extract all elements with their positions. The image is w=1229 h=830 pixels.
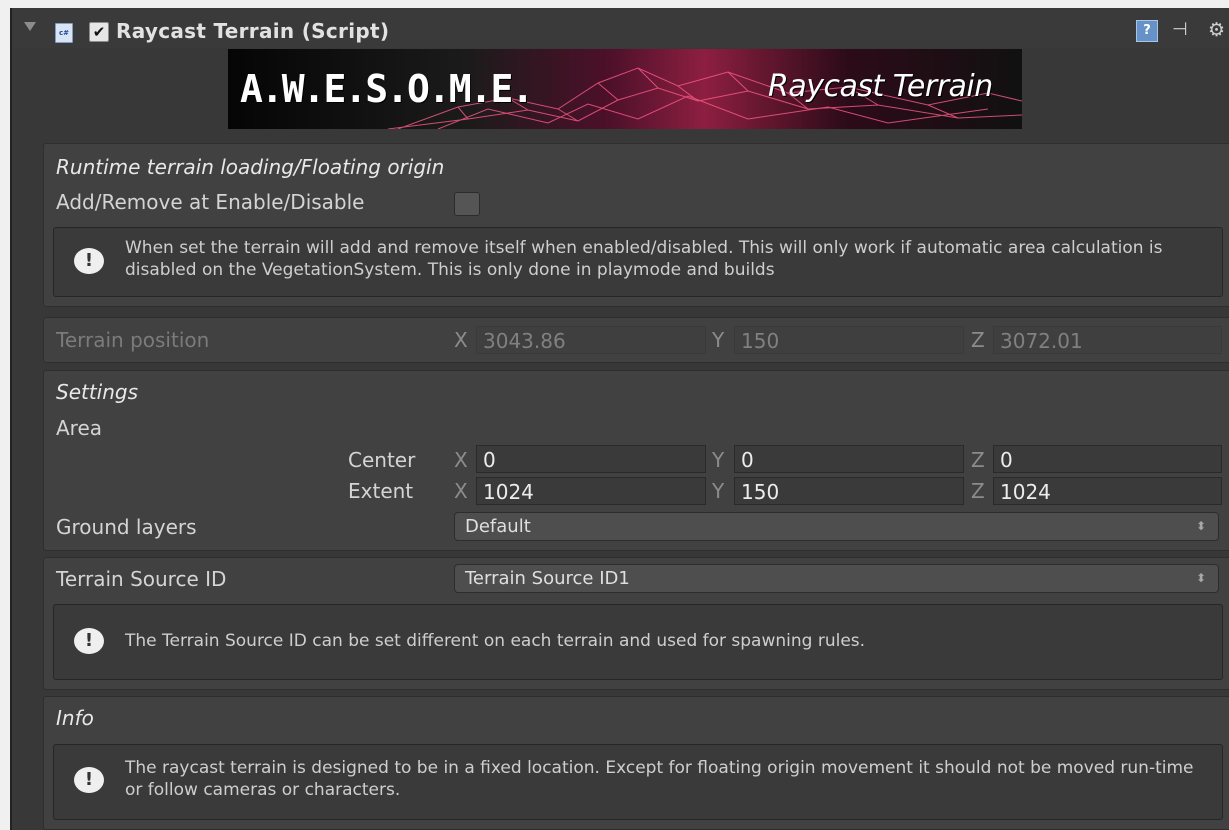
terrain-source-dropdown[interactable]: Terrain Source ID1 ⬍ (454, 564, 1219, 593)
banner-title: Raycast Terrain (768, 69, 993, 104)
extent-x-field[interactable]: 1024 (476, 477, 706, 505)
help-icon[interactable]: ? (1136, 20, 1158, 42)
add-remove-label: Add/Remove at Enable/Disable (56, 190, 365, 214)
terrain-position-z-field: 3072.01 (993, 326, 1222, 354)
extent-y-field[interactable]: 150 (734, 477, 964, 505)
runtime-help-box: ! When set the terrain will add and remo… (53, 227, 1223, 297)
runtime-loading-panel: Runtime terrain loading/Floating origin … (43, 143, 1229, 307)
extent-y-label: Y (712, 479, 725, 503)
terrain-source-label: Terrain Source ID (56, 567, 227, 591)
extent-z-label: Z (971, 479, 985, 503)
terrain-source-help-text: The Terrain Source ID can be set differe… (125, 631, 866, 651)
settings-title: Settings (56, 380, 139, 404)
info-help-box: ! The raycast terrain is designed to be … (53, 744, 1223, 820)
ground-layers-label: Ground layers (56, 515, 197, 539)
center-y-label: Y (712, 448, 725, 472)
terrain-position-x-field: 3043.86 (476, 326, 706, 354)
exclamation-icon: ! (74, 248, 104, 274)
info-panel: Info ! The raycast terrain is designed t… (43, 696, 1229, 830)
awesome-logo: A.W.E.S.O.M.E. (240, 67, 534, 111)
terrain-position-y-label: Y (712, 328, 725, 352)
center-x-field[interactable]: 0 (476, 445, 706, 473)
terrain-position-z-label: Z (971, 328, 985, 352)
foldout-chevron-down-icon[interactable] (24, 22, 36, 31)
center-z-label: Z (971, 448, 985, 472)
gear-icon[interactable]: ⚙ (1208, 20, 1228, 40)
component-enabled-checkbox[interactable]: ✔ (89, 22, 109, 42)
terrain-position-x-label: X (454, 328, 468, 352)
add-remove-checkbox[interactable] (454, 192, 480, 216)
extent-z-field[interactable]: 1024 (993, 477, 1222, 505)
ground-layers-value: Default (465, 516, 531, 537)
extent-x-label: X (454, 479, 468, 503)
settings-panel: Settings Area Center X 0 Y 0 Z 0 Extent … (43, 370, 1229, 551)
info-title: Info (56, 706, 94, 730)
ground-layers-dropdown[interactable]: Default ⬍ (454, 512, 1219, 541)
center-x-label: X (454, 448, 468, 472)
exclamation-icon: ! (74, 767, 104, 793)
area-label: Area (56, 416, 103, 440)
runtime-help-text: When set the terrain will add and remove… (125, 238, 1163, 280)
terrain-source-help-box: ! The Terrain Source ID can be set diffe… (53, 604, 1223, 680)
component-title: Raycast Terrain (Script) (116, 19, 390, 43)
info-help-text: The raycast terrain is designed to be in… (125, 758, 1194, 800)
inspector-panel: c# ✔ Raycast Terrain (Script) ? ⊣ ⚙ A.W.… (10, 8, 1229, 830)
preset-icon[interactable]: ⊣ (1172, 20, 1192, 40)
terrain-position-y-field: 150 (734, 326, 964, 354)
center-y-field[interactable]: 0 (734, 445, 964, 473)
dropdown-arrow-icon: ⬍ (1195, 571, 1206, 585)
terrain-position-label: Terrain position (56, 328, 210, 352)
dropdown-arrow-icon: ⬍ (1195, 519, 1206, 533)
runtime-loading-title: Runtime terrain loading/Floating origin (56, 155, 445, 179)
awesome-banner: A.W.E.S.O.M.E. Raycast Terrain (228, 49, 1022, 129)
extent-label: Extent (348, 479, 414, 503)
terrain-position-panel: Terrain position X 3043.86 Y 150 Z 3072.… (43, 317, 1229, 363)
csharp-script-icon: c# (55, 23, 73, 43)
exclamation-icon: ! (74, 628, 104, 654)
center-z-field[interactable]: 0 (993, 445, 1222, 473)
center-label: Center (348, 448, 416, 472)
component-header: c# ✔ Raycast Terrain (Script) ? ⊣ ⚙ (12, 8, 1229, 48)
terrain-source-value: Terrain Source ID1 (465, 568, 630, 589)
terrain-source-panel: Terrain Source ID Terrain Source ID1 ⬍ !… (43, 557, 1229, 690)
